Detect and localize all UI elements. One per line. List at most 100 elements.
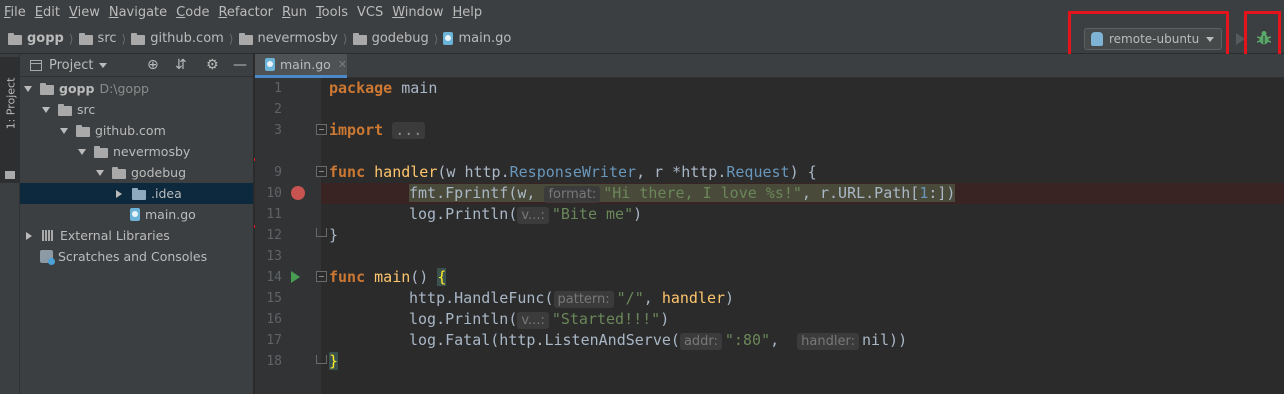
tree-item[interactable]: nevermosby (20, 141, 253, 162)
tree-item[interactable]: .idea (20, 183, 253, 204)
code-text: (w http. (437, 163, 510, 181)
tree-item[interactable]: Scratches and Consoles (20, 246, 253, 267)
annotation-box-debug (1244, 11, 1281, 58)
collapse-arrow-icon[interactable] (116, 189, 122, 198)
menu-item[interactable]: File (4, 5, 26, 20)
tree-item[interactable]: src (20, 99, 253, 120)
menu-item[interactable]: VCS (357, 5, 383, 20)
fold-end-marker-icon[interactable] (316, 228, 327, 237)
gear-icon[interactable]: ⚙ (206, 57, 219, 73)
code-line-16: log.Println(v...: "Started!!!") (409, 309, 669, 330)
expand-arrow-icon[interactable] (42, 106, 50, 113)
folder-icon (76, 124, 90, 137)
fold-marker-icon[interactable] (316, 124, 327, 135)
expand-arrow-icon[interactable] (24, 85, 32, 92)
type-name: Request (726, 163, 790, 181)
folder-icon (58, 103, 72, 116)
menu-item[interactable]: Run (282, 5, 307, 20)
fold-marker-icon[interactable] (316, 166, 327, 177)
code-text: http.HandleFunc( (409, 289, 554, 307)
menu-item[interactable]: View (69, 5, 100, 20)
string-literal: ":80" (724, 331, 771, 349)
breadcrumb-item[interactable]: github.com ⟩ (131, 31, 238, 46)
breadcrumb-item[interactable]: gopp ⟩ (8, 31, 79, 46)
tree-item[interactable]: External Libraries (20, 225, 253, 246)
tool-window-strip: 1: Project (0, 54, 20, 394)
code-text: () (410, 268, 438, 286)
expand-arrow-icon[interactable] (60, 127, 68, 134)
expand-arrow-icon[interactable] (96, 169, 104, 176)
code-line-18: } (329, 351, 339, 372)
library-icon (42, 230, 54, 241)
menu-item[interactable]: Window (392, 5, 443, 20)
crosshair-icon[interactable]: ⊕ (147, 57, 159, 73)
tree-item-label: godebug (131, 165, 186, 180)
matched-brace: } (329, 352, 339, 370)
editor-gutter: 1 2 3 9 10 11 12 13 14 15 16 17 18 (255, 78, 327, 394)
line-number: 1 (274, 81, 282, 96)
breadcrumb-item[interactable]: nevermosby ⟩ (238, 31, 353, 46)
tree-item[interactable]: main.go (20, 204, 253, 225)
tab-label: main.go (279, 57, 331, 72)
line-number: 3 (274, 123, 282, 138)
editor-tab-bar: main.go ✕ (255, 54, 1284, 78)
tree-item[interactable]: github.com (20, 120, 253, 141)
menu-item[interactable]: Refactor (218, 5, 273, 20)
tree-item-label: External Libraries (60, 228, 170, 243)
string-literal: "Started!!!" (551, 310, 661, 328)
tab-main-go[interactable]: main.go ✕ (255, 54, 347, 78)
hide-panel-icon[interactable]: — (233, 57, 247, 73)
fold-marker-icon[interactable] (316, 271, 327, 282)
project-panel-title[interactable]: Project (49, 58, 93, 73)
breadcrumb-separator: ⟩ (342, 31, 348, 46)
folder-icon (5, 171, 15, 179)
menu-item[interactable]: Code (176, 5, 209, 20)
folder-icon (238, 32, 253, 45)
menu-item[interactable]: Help (452, 5, 482, 20)
tree-item[interactable]: godebug (20, 162, 253, 183)
code-text: :]) (928, 184, 956, 202)
type-name: ResponseWriter (509, 163, 637, 181)
parameter-hint: handler: (797, 333, 859, 350)
code-editor[interactable]: 1 2 3 9 10 11 12 13 14 15 16 17 18 package main impo… (255, 78, 1284, 394)
collapse-arrow-icon[interactable] (26, 231, 32, 240)
matched-brace: { (437, 268, 447, 286)
code-text: , r.URL.Path[ (801, 184, 920, 202)
tree-item-path: D:\gopp (99, 81, 149, 96)
breadcrumb-item[interactable]: godebug ⟩ (352, 31, 444, 46)
folded-imports[interactable]: ... (392, 122, 426, 139)
tree-item-label: src (77, 102, 96, 117)
collapse-all-icon[interactable]: ⇵ (175, 57, 187, 73)
line-number: 10 (266, 186, 282, 201)
project-tool-tab[interactable]: 1: Project (0, 57, 20, 183)
menu-item[interactable]: Navigate (109, 5, 167, 20)
line-number: 17 (266, 333, 282, 348)
menu-item[interactable]: Tools (316, 5, 348, 20)
folder-icon (40, 82, 54, 95)
code-text: , (770, 331, 798, 349)
keyword: package (329, 79, 393, 97)
code-text: ) (633, 205, 643, 223)
code-text: log.Println( (409, 310, 518, 328)
go-file-icon (443, 32, 454, 45)
folder-icon (112, 166, 126, 179)
string-literal: "Hi there, I love %s!" (603, 184, 802, 202)
line-number: 9 (274, 165, 282, 180)
project-tool-tab-label: 1: Project (4, 77, 18, 130)
breadcrumb-item[interactable]: src ⟩ (78, 31, 132, 46)
expand-arrow-icon[interactable] (78, 148, 86, 155)
code-line-11: log.Println(v...: "Bite me") (409, 204, 642, 225)
run-gutter-icon[interactable] (291, 271, 300, 283)
keyword: func (329, 163, 366, 181)
breadcrumb-item[interactable]: main.go (443, 31, 511, 46)
code-line-17: log.Fatal(http.ListenAndServe(addr: ":80"… (409, 330, 907, 351)
tree-item[interactable]: gopp D:\gopp (20, 78, 253, 99)
chevron-down-icon[interactable] (99, 62, 108, 68)
close-icon[interactable]: ✕ (338, 58, 347, 71)
tree-item-label: gopp (59, 81, 95, 96)
fold-end-marker-icon[interactable] (316, 355, 327, 364)
menu-item[interactable]: Edit (35, 5, 60, 20)
breakpoint-icon[interactable] (291, 186, 305, 200)
keyword: func (329, 268, 366, 286)
code-line-3: import ... (329, 120, 426, 141)
